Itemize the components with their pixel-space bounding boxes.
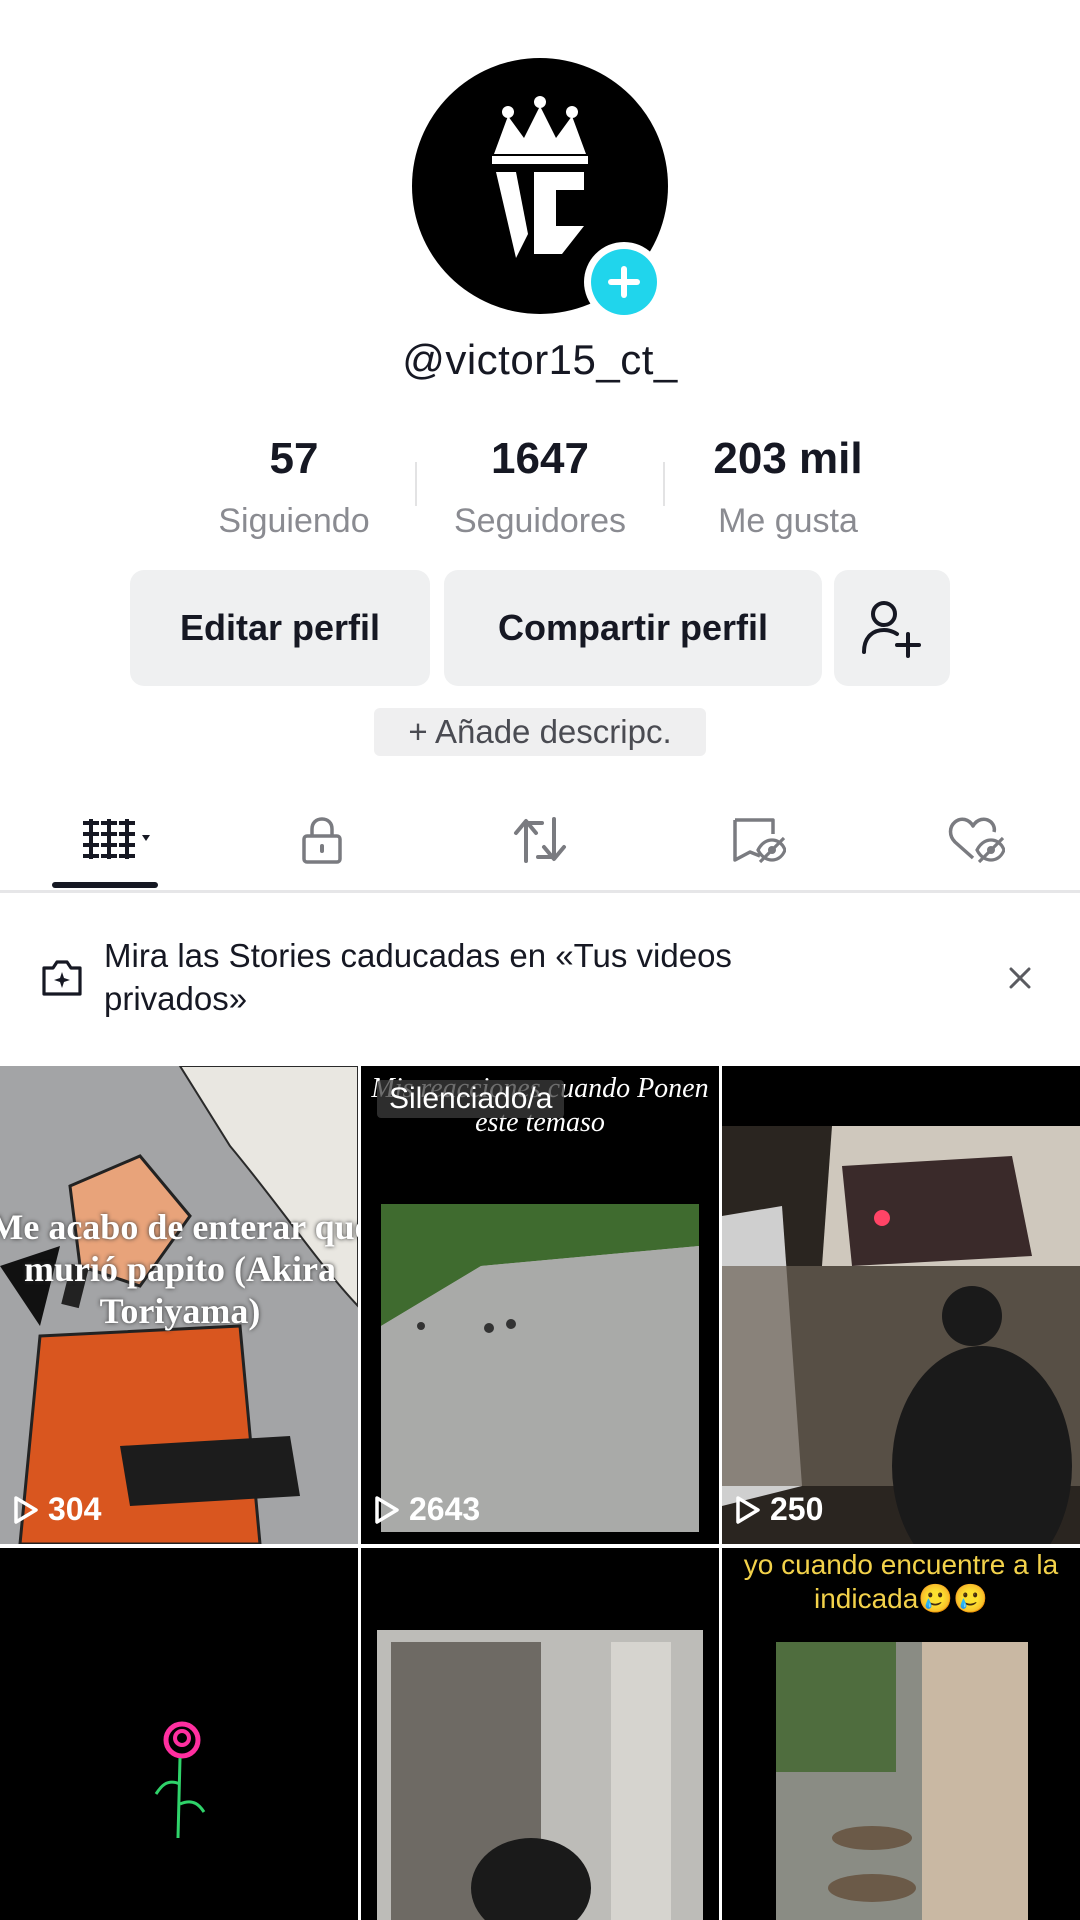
- tab-liked[interactable]: [926, 800, 1026, 880]
- video-art: [361, 1548, 719, 1920]
- stat-followers-label: Seguidores: [453, 502, 626, 540]
- view-count: 2643: [373, 1491, 480, 1528]
- stat-likes-value: 203 mil: [713, 434, 863, 483]
- view-count-value: 2643: [409, 1491, 481, 1527]
- username: @victor15_ct_: [402, 336, 678, 383]
- tabs-divider: [0, 890, 1080, 893]
- lock-icon: [302, 817, 342, 864]
- muted-badge: Silenciado/a: [377, 1080, 565, 1118]
- view-count-value: 304: [48, 1491, 102, 1527]
- view-count: 250: [734, 1491, 823, 1528]
- camera-story-icon: [42, 960, 82, 996]
- stat-following-value: 57: [269, 434, 319, 483]
- video-thumbnail[interactable]: [361, 1548, 719, 1920]
- stories-banner-text: Mira las Stories caducadas en «Tus video…: [104, 937, 732, 1017]
- stat-following[interactable]: 57 Siguiendo: [184, 434, 404, 541]
- edit-profile-button[interactable]: Editar perfil: [130, 570, 430, 686]
- play-icon: [736, 1495, 760, 1524]
- person-add-icon: [862, 601, 921, 658]
- close-icon: [1009, 967, 1031, 989]
- play-icon: [375, 1495, 399, 1524]
- stories-banner-icon-wrap: [40, 958, 84, 1003]
- video-thumbnail[interactable]: [0, 1548, 358, 1920]
- tab-reposts[interactable]: [490, 800, 590, 880]
- grid-icon: [83, 819, 150, 859]
- video-art: [0, 1548, 358, 1920]
- tab-private[interactable]: [272, 800, 372, 880]
- video-thumbnail[interactable]: yo cuando encuentre a la indicada🥲🥲: [722, 1548, 1080, 1920]
- video-caption: Me acabo de enterar que murió papito (Ak…: [0, 1207, 358, 1331]
- stat-followers[interactable]: 1647 Seguidores: [430, 434, 650, 541]
- video-thumbnail[interactable]: 250: [722, 1066, 1080, 1544]
- stat-following-label: Siguiendo: [218, 502, 370, 540]
- plus-icon: [608, 266, 640, 298]
- play-icon: [14, 1495, 38, 1524]
- view-count: 304: [12, 1491, 101, 1528]
- tab-favorites[interactable]: [708, 800, 808, 880]
- video-art: [722, 1066, 1080, 1544]
- add-description-button[interactable]: + Añade descripc.: [374, 708, 706, 756]
- tab-videos[interactable]: [52, 800, 162, 880]
- share-profile-button[interactable]: Compartir perfil: [444, 570, 822, 686]
- stat-followers-value: 1647: [491, 434, 589, 483]
- stat-divider: [415, 462, 417, 506]
- video-thumbnail[interactable]: Me acabo de enterar que murió papito (Ak…: [0, 1066, 358, 1544]
- heart-hidden-icon: [948, 817, 1005, 864]
- repost-icon: [514, 817, 566, 863]
- add-story-button[interactable]: [584, 242, 664, 322]
- stat-divider: [663, 462, 665, 506]
- stat-likes[interactable]: 203 mil Me gusta: [678, 434, 898, 541]
- video-thumbnail[interactable]: Mis reacciones cuando Ponen este temaso …: [361, 1066, 719, 1544]
- add-friend-button[interactable]: [834, 570, 950, 686]
- view-count-value: 250: [770, 1491, 824, 1527]
- banner-close-button[interactable]: [1000, 958, 1040, 998]
- active-tab-indicator: [52, 882, 158, 888]
- bookmark-hidden-icon: [733, 818, 786, 864]
- stat-likes-label: Me gusta: [718, 502, 858, 540]
- video-caption: yo cuando encuentre a la indicada🥲🥲: [743, 1549, 1059, 1614]
